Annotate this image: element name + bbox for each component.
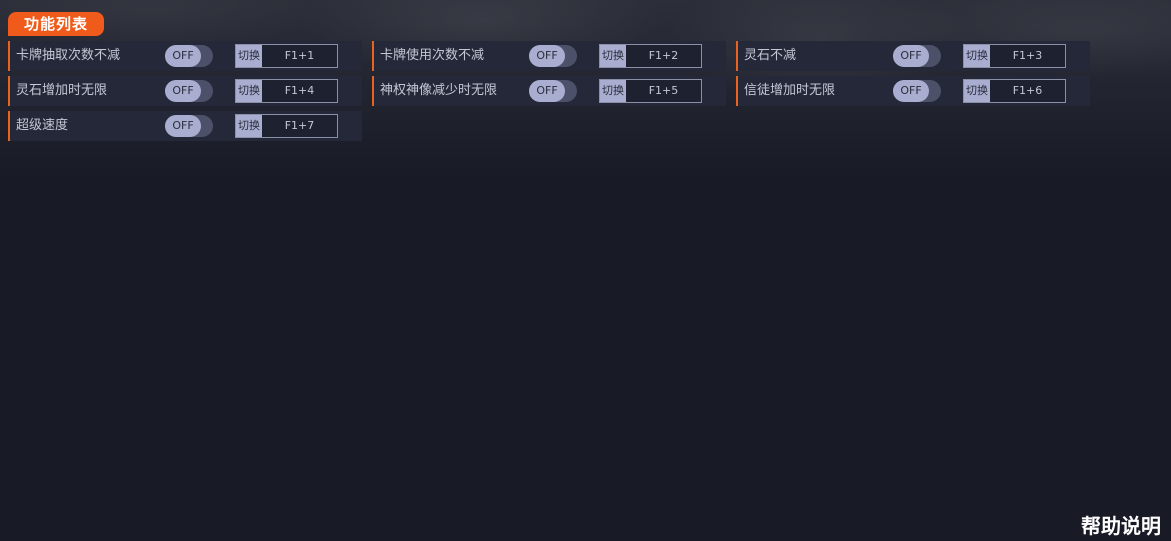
- hotkey-button[interactable]: 切换 F1+5: [599, 79, 702, 103]
- hotkey-button[interactable]: 切换 F1+3: [963, 44, 1066, 68]
- hotkey-key: F1+6: [990, 80, 1065, 102]
- feature-toggle[interactable]: OFF: [529, 80, 577, 102]
- feature-label: 超级速度: [16, 118, 69, 133]
- feature-row: 信徒增加时无限 OFF 切换 F1+6: [736, 76, 1090, 106]
- toggle-state: OFF: [165, 45, 201, 67]
- feature-row: 超级速度 OFF 切换 F1+7: [8, 111, 362, 141]
- hotkey-button[interactable]: 切换 F1+1: [235, 44, 338, 68]
- feature-label: 灵石增加时无限: [16, 83, 108, 98]
- hotkey-switch-label: 切换: [236, 115, 262, 137]
- hotkey-key: F1+5: [626, 80, 701, 102]
- toggle-state: OFF: [893, 80, 929, 102]
- feature-row: 卡牌使用次数不减 OFF 切换 F1+2: [372, 41, 726, 71]
- hotkey-switch-label: 切换: [600, 45, 626, 67]
- hotkey-key: F1+3: [990, 45, 1065, 67]
- hotkey-key: F1+7: [262, 115, 337, 137]
- feature-row: 灵石不减 OFF 切换 F1+3: [736, 41, 1090, 71]
- feature-label: 信徒增加时无限: [744, 83, 836, 98]
- toggle-state: OFF: [529, 45, 565, 67]
- feature-row: 神权神像减少时无限 OFF 切换 F1+5: [372, 76, 726, 106]
- feature-toggle[interactable]: OFF: [165, 80, 213, 102]
- toggle-state: OFF: [529, 80, 565, 102]
- feature-row: 灵石增加时无限 OFF 切换 F1+4: [8, 76, 362, 106]
- hotkey-key: F1+1: [262, 45, 337, 67]
- feature-row: 卡牌抽取次数不减 OFF 切换 F1+1: [8, 41, 362, 71]
- feature-label: 神权神像减少时无限: [380, 83, 498, 98]
- section-tab-feature-list: 功能列表: [8, 12, 105, 36]
- hotkey-switch-label: 切换: [964, 45, 990, 67]
- toggle-state: OFF: [165, 80, 201, 102]
- feature-toggle[interactable]: OFF: [165, 115, 213, 137]
- help-link[interactable]: 帮助说明: [1081, 510, 1161, 539]
- toggle-state: OFF: [165, 115, 201, 137]
- hotkey-switch-label: 切换: [600, 80, 626, 102]
- hotkey-button[interactable]: 切换 F1+6: [963, 79, 1066, 103]
- feature-toggle[interactable]: OFF: [165, 45, 213, 67]
- feature-label: 卡牌使用次数不减: [380, 48, 485, 63]
- hotkey-key: F1+2: [626, 45, 701, 67]
- hotkey-button[interactable]: 切换 F1+7: [235, 114, 338, 138]
- toggle-state: OFF: [893, 45, 929, 67]
- feature-toggle[interactable]: OFF: [529, 45, 577, 67]
- hotkey-button[interactable]: 切换 F1+4: [235, 79, 338, 103]
- feature-toggle[interactable]: OFF: [893, 80, 941, 102]
- hotkey-switch-label: 切换: [236, 45, 262, 67]
- feature-label: 灵石不减: [744, 48, 797, 63]
- hotkey-button[interactable]: 切换 F1+2: [599, 44, 702, 68]
- hotkey-key: F1+4: [262, 80, 337, 102]
- hotkey-switch-label: 切换: [236, 80, 262, 102]
- hotkey-switch-label: 切换: [964, 80, 990, 102]
- feature-toggle[interactable]: OFF: [893, 45, 941, 67]
- feature-label: 卡牌抽取次数不减: [16, 48, 121, 63]
